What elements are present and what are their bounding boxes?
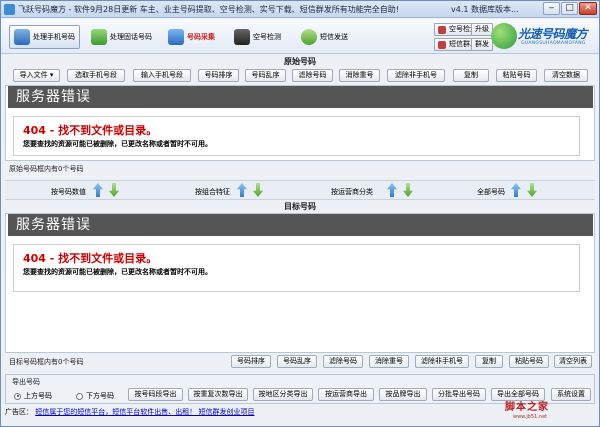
collect-icon	[168, 29, 184, 45]
logo-mark-icon	[491, 23, 517, 49]
error-banner: 服务器错误	[8, 86, 593, 108]
sort-row: 按号码数值 按组合特征 按运营商分类 全部号码	[5, 180, 595, 200]
watermark-url: www.jb51.net	[513, 414, 548, 420]
landline-icon	[91, 29, 107, 45]
import-file-button[interactable]: 导入文件 ▾	[13, 69, 60, 82]
radio-dot-icon	[76, 392, 83, 400]
sms-icon	[438, 41, 446, 49]
tab-label: 空号检测	[253, 33, 281, 41]
sms-icon	[301, 29, 317, 45]
export-by-repeat-button[interactable]: 按重复次数导出	[188, 388, 248, 401]
tab-mobile-numbers[interactable]: 处理手机号码	[9, 25, 80, 49]
dedupe-button[interactable]: 消除重号	[369, 355, 409, 368]
source-section-title: 原始号码	[284, 57, 316, 66]
ad-label: 广告区	[5, 408, 26, 416]
tab-landline-numbers[interactable]: 处理固话号码	[87, 25, 156, 49]
brand-logo: 光速号码魔方 GUANGSUHAOMAMOFANG	[491, 21, 596, 52]
tab-sms-send[interactable]: 短信发送	[297, 25, 352, 49]
tab-label: 处理手机号码	[33, 33, 75, 41]
main-toolbar: 处理手机号码 处理固话号码 号码采集 空号检测 短信发送 空号检测 短信群发 升…	[1, 19, 599, 54]
button-label: 升级	[475, 25, 489, 33]
target-button-row: 号码排序 号码乱序 滤除号码 消除重号 滤除非手机号 复制 粘贴号码 清空列表	[5, 355, 595, 370]
filter-non-mobile-button[interactable]: 滤除非手机号	[415, 355, 469, 368]
error-title: 404 - 找不到文件或目录。	[23, 252, 158, 265]
system-settings-button[interactable]: 系统设置	[551, 388, 591, 401]
filter-non-mobile-button[interactable]: 滤除非手机号	[387, 69, 445, 82]
version-text: v4.1 数据库版本...	[451, 5, 519, 14]
error-text: 您要查找的资源可能已被删除，已更改名称或者暂时不可用。	[23, 268, 212, 276]
tab-empty-check[interactable]: 空号检测	[230, 25, 285, 49]
copy-button[interactable]: 复制	[475, 355, 503, 368]
tab-label: 处理固话号码	[110, 33, 152, 41]
target-section-title: 目标号码	[284, 202, 316, 211]
clear-list-button[interactable]: 清空列表	[554, 355, 592, 368]
error-box: 404 - 找不到文件或目录。 您要查找的资源可能已被删除，已更改名称或者暂时不…	[13, 244, 580, 292]
sort-by-value-label: 按号码数值	[51, 188, 86, 196]
check-icon	[234, 29, 250, 45]
error-title: 404 - 找不到文件或目录。	[23, 124, 158, 137]
error-text: 您要查找的资源可能已被删除，已更改名称或者暂时不可用。	[23, 140, 212, 148]
move-up-icon[interactable]	[387, 183, 397, 197]
minimize-icon[interactable]: ‒	[543, 2, 560, 15]
tab-label: 短信发送	[320, 33, 348, 41]
move-down-icon[interactable]	[527, 183, 537, 197]
input-segment-button[interactable]: 输入手机号段	[133, 69, 191, 82]
sort-button[interactable]: 号码排序	[198, 69, 239, 82]
sort-by-carrier-label: 按运营商分类	[331, 188, 373, 196]
export-by-carrier-button[interactable]: 按运营商导出	[318, 388, 374, 401]
error-box: 404 - 找不到文件或目录。 您要查找的资源可能已被删除，已更改名称或者暂时不…	[13, 116, 580, 156]
move-up-icon[interactable]	[93, 183, 103, 197]
tab-number-collect[interactable]: 号码采集	[164, 25, 219, 49]
upgrade-button[interactable]: 升级	[471, 23, 493, 36]
source-count: 原始号码框内有0个号码	[9, 165, 84, 173]
export-legend: 导出号码	[12, 378, 40, 386]
shuffle-button[interactable]: 号码乱序	[245, 69, 286, 82]
sort-button[interactable]: 号码排序	[231, 355, 271, 368]
check-icon	[438, 26, 446, 34]
copy-button[interactable]: 复制	[453, 69, 489, 82]
move-down-icon[interactable]	[109, 183, 119, 197]
export-by-region-button[interactable]: 按地区分类导出	[253, 388, 313, 401]
move-up-icon[interactable]	[511, 183, 521, 197]
all-numbers-label: 全部号码	[477, 188, 505, 196]
clear-data-button[interactable]: 清空数据	[544, 69, 588, 82]
phone-icon	[14, 29, 30, 45]
source-button-row: 导入文件 ▾ 选取手机号段 输入手机号段 号码排序 号码乱序 滤除号码 消除重号…	[5, 69, 595, 84]
radio-label: 上方号码	[24, 392, 52, 400]
export-by-brand-button[interactable]: 按品牌导出	[379, 388, 427, 401]
paste-button[interactable]: 粘贴号码	[509, 355, 549, 368]
tab-label: 号码采集	[187, 33, 215, 41]
app-icon	[4, 4, 15, 15]
radio-upper-numbers[interactable]: 上方号码	[14, 391, 52, 401]
radio-label: 下方号码	[86, 392, 114, 400]
pick-segment-button[interactable]: 选取手机号段	[67, 69, 125, 82]
filter-button[interactable]: 滤除号码	[292, 69, 333, 82]
sort-by-feature-label: 按组合特征	[195, 188, 230, 196]
filter-button[interactable]: 滤除号码	[323, 355, 363, 368]
ad-link[interactable]: 短信属于您的短信平台，短信平台软件出售、出租！ 短信群发创业项目	[35, 408, 254, 416]
app-window: 飞跃号码魔方 - 软件9月28日更新 车主、业主号码提取、空号检测、实号下载、短…	[0, 0, 600, 427]
brand-sub: GUANGSUHAOMAMOFANG	[521, 41, 586, 46]
button-label: 群发	[475, 40, 489, 48]
export-by-segment-button[interactable]: 按号码段导出	[128, 388, 183, 401]
move-down-icon[interactable]	[403, 183, 413, 197]
maximize-icon[interactable]: □	[561, 2, 578, 15]
radio-dot-icon	[14, 392, 21, 400]
mass-send-button[interactable]: 群发	[471, 38, 493, 51]
close-icon[interactable]: ✕	[579, 2, 597, 15]
window-title: 飞跃号码魔方 - 软件9月28日更新 车主、业主号码提取、空号检测、实号下载、短…	[18, 5, 399, 14]
button-label: 导入文件	[19, 71, 48, 79]
radio-lower-numbers[interactable]: 下方号码	[76, 391, 114, 401]
error-banner: 服务器错误	[8, 214, 593, 236]
paste-button[interactable]: 粘贴号码	[496, 69, 537, 82]
watermark: 脚本之家	[505, 402, 549, 413]
batch-export-button[interactable]: 分批导出号码	[432, 388, 486, 401]
move-down-icon[interactable]	[253, 183, 263, 197]
brand-name: 光速号码魔方	[518, 27, 588, 41]
title-bar: 飞跃号码魔方 - 软件9月28日更新 车主、业主号码提取、空号检测、实号下载、短…	[1, 1, 599, 18]
move-up-icon[interactable]	[237, 183, 247, 197]
dedupe-button[interactable]: 消除重号	[339, 69, 380, 82]
shuffle-button[interactable]: 号码乱序	[277, 355, 317, 368]
